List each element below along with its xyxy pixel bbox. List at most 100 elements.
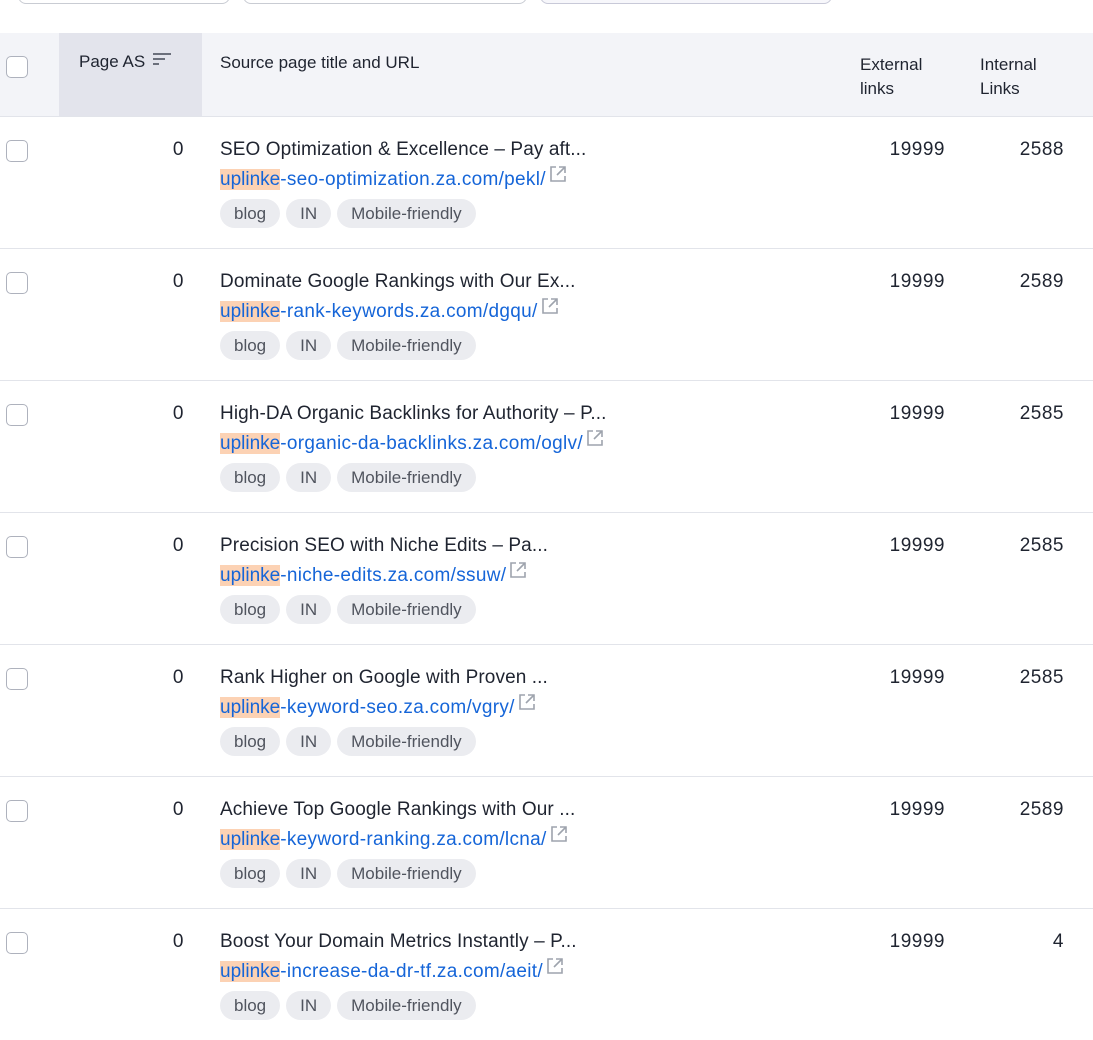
external-link-icon[interactable] (517, 692, 537, 719)
url-highlight: uplinke (220, 432, 281, 454)
internal-links-value[interactable]: 2585 (1020, 535, 1064, 556)
source-page-title: SEO Optimization & Excellence – Pay aft.… (220, 138, 587, 160)
row-checkbox-cell (0, 908, 59, 1040)
source-url-link[interactable]: uplinke-keyword-seo.za.com/vgry/ (220, 694, 842, 720)
internal-links-value[interactable]: 2589 (1020, 799, 1064, 820)
tag-badge: blog (220, 990, 281, 1020)
row-checkbox-cell (0, 776, 59, 908)
external-links-value[interactable]: 19999 (890, 931, 945, 952)
source-url-link[interactable]: uplinke-niche-edits.za.com/ssuw/ (220, 562, 842, 588)
source-url-link[interactable]: uplinke-organic-da-backlinks.za.com/oglv… (220, 430, 842, 456)
internal-links-value[interactable]: 2585 (1020, 403, 1064, 424)
page-as-value: 0 (172, 798, 184, 820)
tag-badge: IN (286, 330, 332, 360)
external-link-icon[interactable] (545, 956, 565, 983)
tag-badge: IN (286, 726, 332, 756)
tag-list: blog IN Mobile-friendly (220, 198, 842, 228)
column-header-page-as[interactable]: Page AS (59, 33, 202, 116)
tag-badge: Mobile-friendly (337, 594, 476, 624)
filter-dropdown[interactable] (18, 0, 230, 4)
source-page-title: Precision SEO with Niche Edits – Pa... (220, 534, 548, 556)
row-checkbox[interactable] (6, 535, 28, 558)
tag-list: blog IN Mobile-friendly (220, 594, 842, 624)
row-checkbox-cell (0, 644, 59, 776)
internal-links-value[interactable]: 2588 (1020, 139, 1064, 160)
external-links-value[interactable]: 19999 (890, 799, 945, 820)
internal-links-cell: 4 (962, 908, 1093, 1040)
internal-links-value[interactable]: 2585 (1020, 667, 1064, 688)
table-row: 0 High-DA Organic Backlinks for Authorit… (0, 380, 1093, 512)
external-links-value[interactable]: 19999 (890, 535, 945, 556)
sort-lines-icon[interactable] (153, 51, 172, 71)
source-page-title: Dominate Google Rankings with Our Ex... (220, 270, 576, 292)
row-checkbox-cell (0, 248, 59, 380)
source-url-link[interactable]: uplinke-seo-optimization.za.com/pekl/ (220, 166, 842, 192)
table-row: 0 Rank Higher on Google with Proven ... … (0, 644, 1093, 776)
url-highlight: uplinke (220, 564, 281, 586)
table-row: 0 SEO Optimization & Excellence – Pay af… (0, 116, 1093, 248)
internal-links-cell: 2588 (962, 116, 1093, 248)
row-checkbox[interactable] (6, 271, 28, 294)
external-links-cell: 19999 (842, 116, 962, 248)
tag-badge: blog (220, 462, 281, 492)
internal-links-cell: 2585 (962, 380, 1093, 512)
url-text: -rank-keywords.za.com/dgqu/ (280, 300, 538, 322)
row-checkbox[interactable] (6, 403, 28, 426)
source-page-title: Boost Your Domain Metrics Instantly – P.… (220, 930, 577, 952)
tag-badge: Mobile-friendly (337, 858, 476, 888)
source-cell: Precision SEO with Niche Edits – Pa... u… (202, 512, 842, 644)
internal-links-value[interactable]: 4 (1053, 931, 1064, 952)
external-links-value[interactable]: 19999 (890, 403, 945, 424)
row-checkbox-cell (0, 380, 59, 512)
table-row: 0 Achieve Top Google Rankings with Our .… (0, 776, 1093, 908)
page-as-cell: 0 (59, 380, 202, 512)
external-links-value[interactable]: 19999 (890, 139, 945, 160)
external-link-icon[interactable] (549, 824, 569, 851)
page-as-value: 0 (172, 666, 184, 688)
table-body: 0 SEO Optimization & Excellence – Pay af… (0, 116, 1093, 1040)
filter-dropdown[interactable] (540, 0, 832, 4)
external-link-icon[interactable] (548, 164, 568, 191)
url-highlight: uplinke (220, 696, 281, 718)
internal-links-value[interactable]: 2589 (1020, 271, 1064, 292)
filter-dropdown[interactable] (243, 0, 527, 4)
url-text: -niche-edits.za.com/ssuw/ (280, 564, 507, 586)
external-link-icon[interactable] (508, 560, 528, 587)
internal-links-cell: 2589 (962, 776, 1093, 908)
row-checkbox-cell (0, 512, 59, 644)
page-as-value: 0 (172, 930, 184, 952)
page-as-value: 0 (172, 270, 184, 292)
table-row: 0 Precision SEO with Niche Edits – Pa...… (0, 512, 1093, 644)
external-link-icon[interactable] (540, 296, 560, 323)
table-row: 0 Dominate Google Rankings with Our Ex..… (0, 248, 1093, 380)
source-column-label: Source page title and URL (220, 53, 420, 72)
tag-list: blog IN Mobile-friendly (220, 462, 842, 492)
url-text: -keyword-ranking.za.com/lcna/ (280, 828, 547, 850)
row-checkbox[interactable] (6, 931, 28, 954)
column-header-internal-links[interactable]: Internal Links (962, 33, 1093, 116)
external-link-icon[interactable] (585, 428, 605, 455)
page-as-value: 0 (172, 138, 184, 160)
page-as-cell: 0 (59, 908, 202, 1040)
source-url-link[interactable]: uplinke-keyword-ranking.za.com/lcna/ (220, 826, 842, 852)
url-highlight: uplinke (220, 300, 281, 322)
row-checkbox[interactable] (6, 667, 28, 690)
tag-badge: IN (286, 858, 332, 888)
source-url-link[interactable]: uplinke-increase-da-dr-tf.za.com/aeit/ (220, 958, 842, 984)
select-all-checkbox[interactable] (6, 56, 28, 78)
source-url-link[interactable]: uplinke-rank-keywords.za.com/dgqu/ (220, 298, 842, 324)
external-links-value[interactable]: 19999 (890, 271, 945, 292)
source-cell: Rank Higher on Google with Proven ... up… (202, 644, 842, 776)
tag-badge: blog (220, 858, 281, 888)
column-header-external-links[interactable]: External links (842, 33, 962, 116)
external-links-value[interactable]: 19999 (890, 667, 945, 688)
tag-badge: Mobile-friendly (337, 990, 476, 1020)
tag-badge: blog (220, 198, 281, 228)
row-checkbox[interactable] (6, 139, 28, 162)
backlinks-table: Page AS Source page title and URL Extern… (0, 33, 1093, 1040)
external-links-cell: 19999 (842, 776, 962, 908)
tag-badge: blog (220, 726, 281, 756)
row-checkbox[interactable] (6, 799, 28, 822)
page-as-cell: 0 (59, 644, 202, 776)
external-links-cell: 19999 (842, 512, 962, 644)
